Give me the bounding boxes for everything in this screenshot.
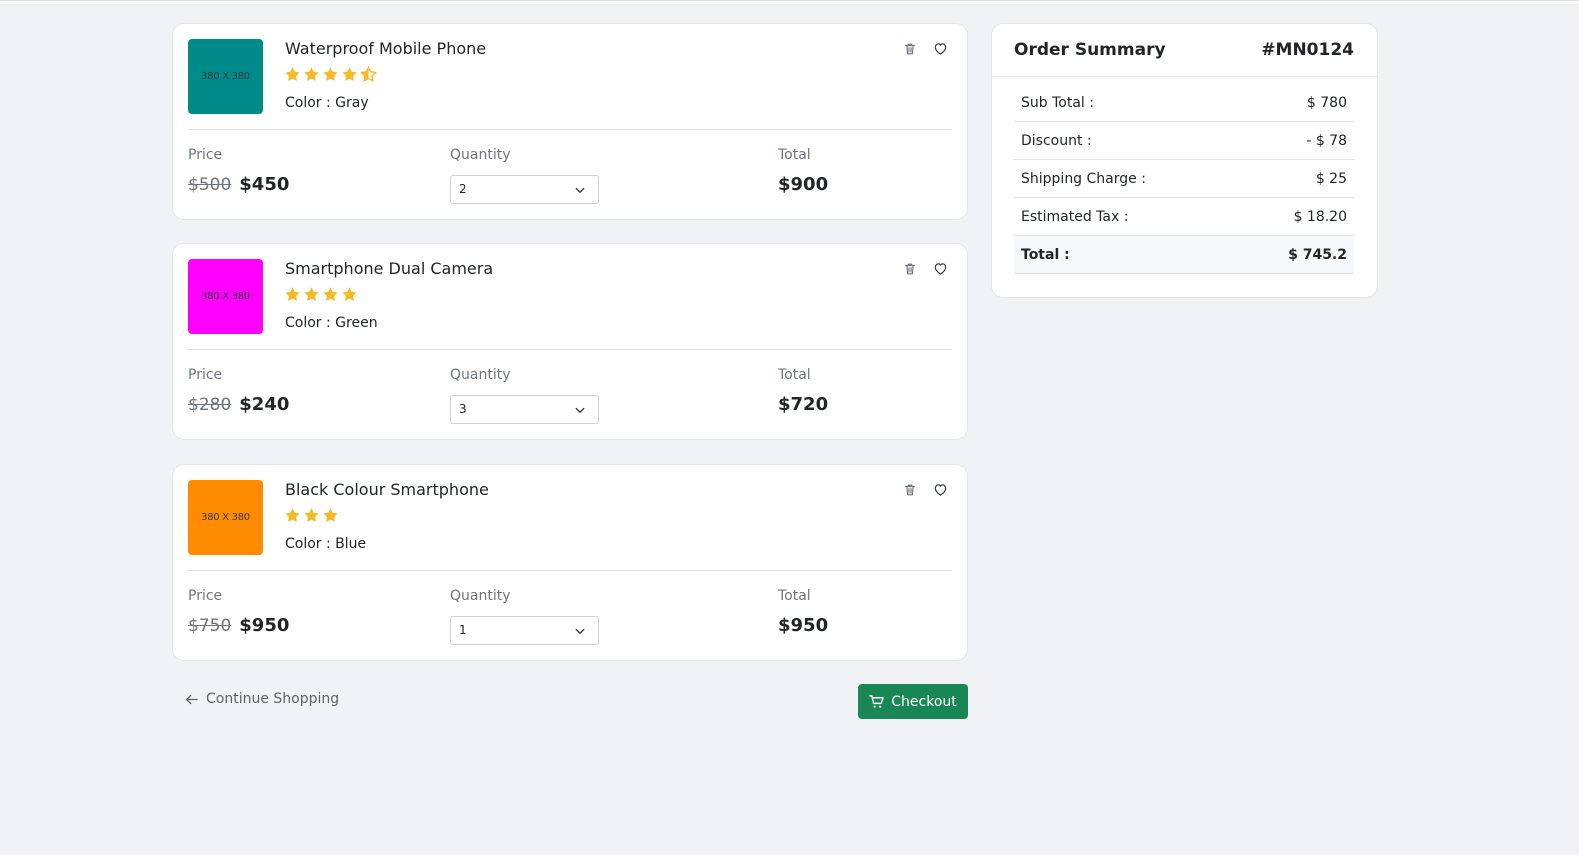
continue-shopping-label: Continue Shopping [206, 691, 340, 707]
summary-title: Order Summary [1014, 40, 1166, 60]
cart-item: 380 X 380 Smartphone Dual Camera Color :… [172, 243, 968, 440]
arrow-left-icon [185, 694, 198, 704]
quantity-label: Quantity [450, 147, 511, 163]
original-price: $500 [188, 175, 232, 195]
price-label: Price [188, 367, 223, 383]
product-name: Waterproof Mobile Phone [285, 39, 487, 58]
star-icon [323, 67, 338, 81]
product-name: Smartphone Dual Camera [285, 259, 494, 278]
star-icon [304, 287, 319, 301]
top-bar [0, 0, 1579, 4]
product-color: Color : Blue [285, 536, 367, 552]
heart-icon[interactable] [933, 261, 949, 277]
quantity-select[interactable]: 2 [450, 175, 599, 204]
trash-icon[interactable] [903, 261, 919, 277]
summary-row-discount: Discount : - $ 78 [1014, 122, 1354, 160]
chevron-down-icon [574, 404, 586, 416]
cart-item: 380 X 380 Waterproof Mobile Phone Color … [172, 23, 968, 220]
quantity-label: Quantity [450, 588, 511, 604]
cart-item: 380 X 380 Black Colour Smartphone Color … [172, 464, 968, 661]
product-color: Color : Gray [285, 95, 369, 111]
star-half-icon [360, 66, 377, 83]
total-label: Total [778, 588, 811, 604]
summary-row-label: Shipping Charge : [1021, 170, 1146, 187]
star-icon [323, 287, 338, 301]
star-icon [342, 287, 357, 301]
item-total: $950 [778, 615, 829, 636]
price-label: Price [188, 147, 223, 163]
trash-icon[interactable] [903, 41, 919, 57]
rating-stars [284, 66, 377, 84]
divider [188, 570, 952, 571]
checkout-button[interactable]: Checkout [858, 684, 968, 719]
total-label: Total [778, 147, 811, 163]
price: $750 $950 [188, 615, 289, 636]
rating-stars [284, 507, 339, 525]
sale-price: $240 [239, 394, 290, 415]
quantity-value: 2 [459, 182, 467, 196]
order-summary: Order Summary #MN0124 Sub Total : $ 780 … [991, 23, 1378, 298]
star-icon [285, 508, 300, 522]
summary-row-label: Discount : [1021, 132, 1092, 149]
product-color: Color : Green [285, 315, 378, 331]
star-icon [304, 508, 319, 522]
summary-header: Order Summary #MN0124 [992, 24, 1377, 77]
continue-shopping-link[interactable]: Continue Shopping [185, 691, 339, 707]
star-icon [285, 287, 300, 301]
summary-row-shipping: Shipping Charge : $ 25 [1014, 160, 1354, 198]
summary-row-label: Total : [1021, 246, 1070, 263]
checkout-label: Checkout [891, 693, 957, 710]
sale-price: $950 [239, 615, 290, 636]
original-price: $280 [188, 395, 232, 415]
price-label: Price [188, 588, 223, 604]
quantity-select[interactable]: 1 [450, 616, 599, 645]
sale-price: $450 [239, 174, 290, 195]
item-total: $900 [778, 174, 829, 195]
product-image: 380 X 380 [188, 480, 263, 555]
summary-row-value: $ 780 [1306, 94, 1347, 111]
price: $500 $450 [188, 174, 289, 195]
summary-row-subtotal: Sub Total : $ 780 [1014, 84, 1354, 122]
total-label: Total [778, 367, 811, 383]
item-total: $720 [778, 394, 829, 415]
cart-icon [869, 695, 885, 708]
order-id: #MN0124 [1261, 40, 1354, 60]
star-icon [323, 508, 338, 522]
summary-row-value: $ 25 [1315, 170, 1347, 187]
summary-row-tax: Estimated Tax : $ 18.20 [1014, 198, 1354, 236]
summary-row-value: $ 18.20 [1293, 208, 1347, 225]
quantity-label: Quantity [450, 367, 511, 383]
star-icon [304, 67, 319, 81]
product-image: 380 X 380 [188, 39, 263, 114]
quantity-select[interactable]: 3 [450, 395, 599, 424]
trash-icon[interactable] [903, 482, 919, 498]
divider [188, 349, 952, 350]
chevron-down-icon [574, 625, 586, 637]
original-price: $750 [188, 616, 232, 636]
summary-row-label: Sub Total : [1021, 94, 1094, 111]
star-icon [285, 67, 300, 81]
product-image: 380 X 380 [188, 259, 263, 334]
quantity-value: 1 [459, 623, 467, 637]
heart-icon[interactable] [933, 41, 949, 57]
price: $280 $240 [188, 394, 289, 415]
summary-row-value: - $ 78 [1306, 132, 1347, 149]
divider [188, 129, 952, 130]
summary-row-label: Estimated Tax : [1021, 208, 1129, 225]
summary-row-value: $ 745.2 [1288, 246, 1347, 263]
chevron-down-icon [574, 184, 586, 196]
star-icon [342, 67, 357, 81]
quantity-value: 3 [459, 402, 467, 416]
product-name: Black Colour Smartphone [285, 480, 489, 499]
summary-table: Sub Total : $ 780 Discount : - $ 78 Ship… [1014, 84, 1354, 274]
summary-row-total: Total : $ 745.2 [1014, 236, 1354, 274]
heart-icon[interactable] [933, 482, 949, 498]
rating-stars [284, 286, 358, 304]
